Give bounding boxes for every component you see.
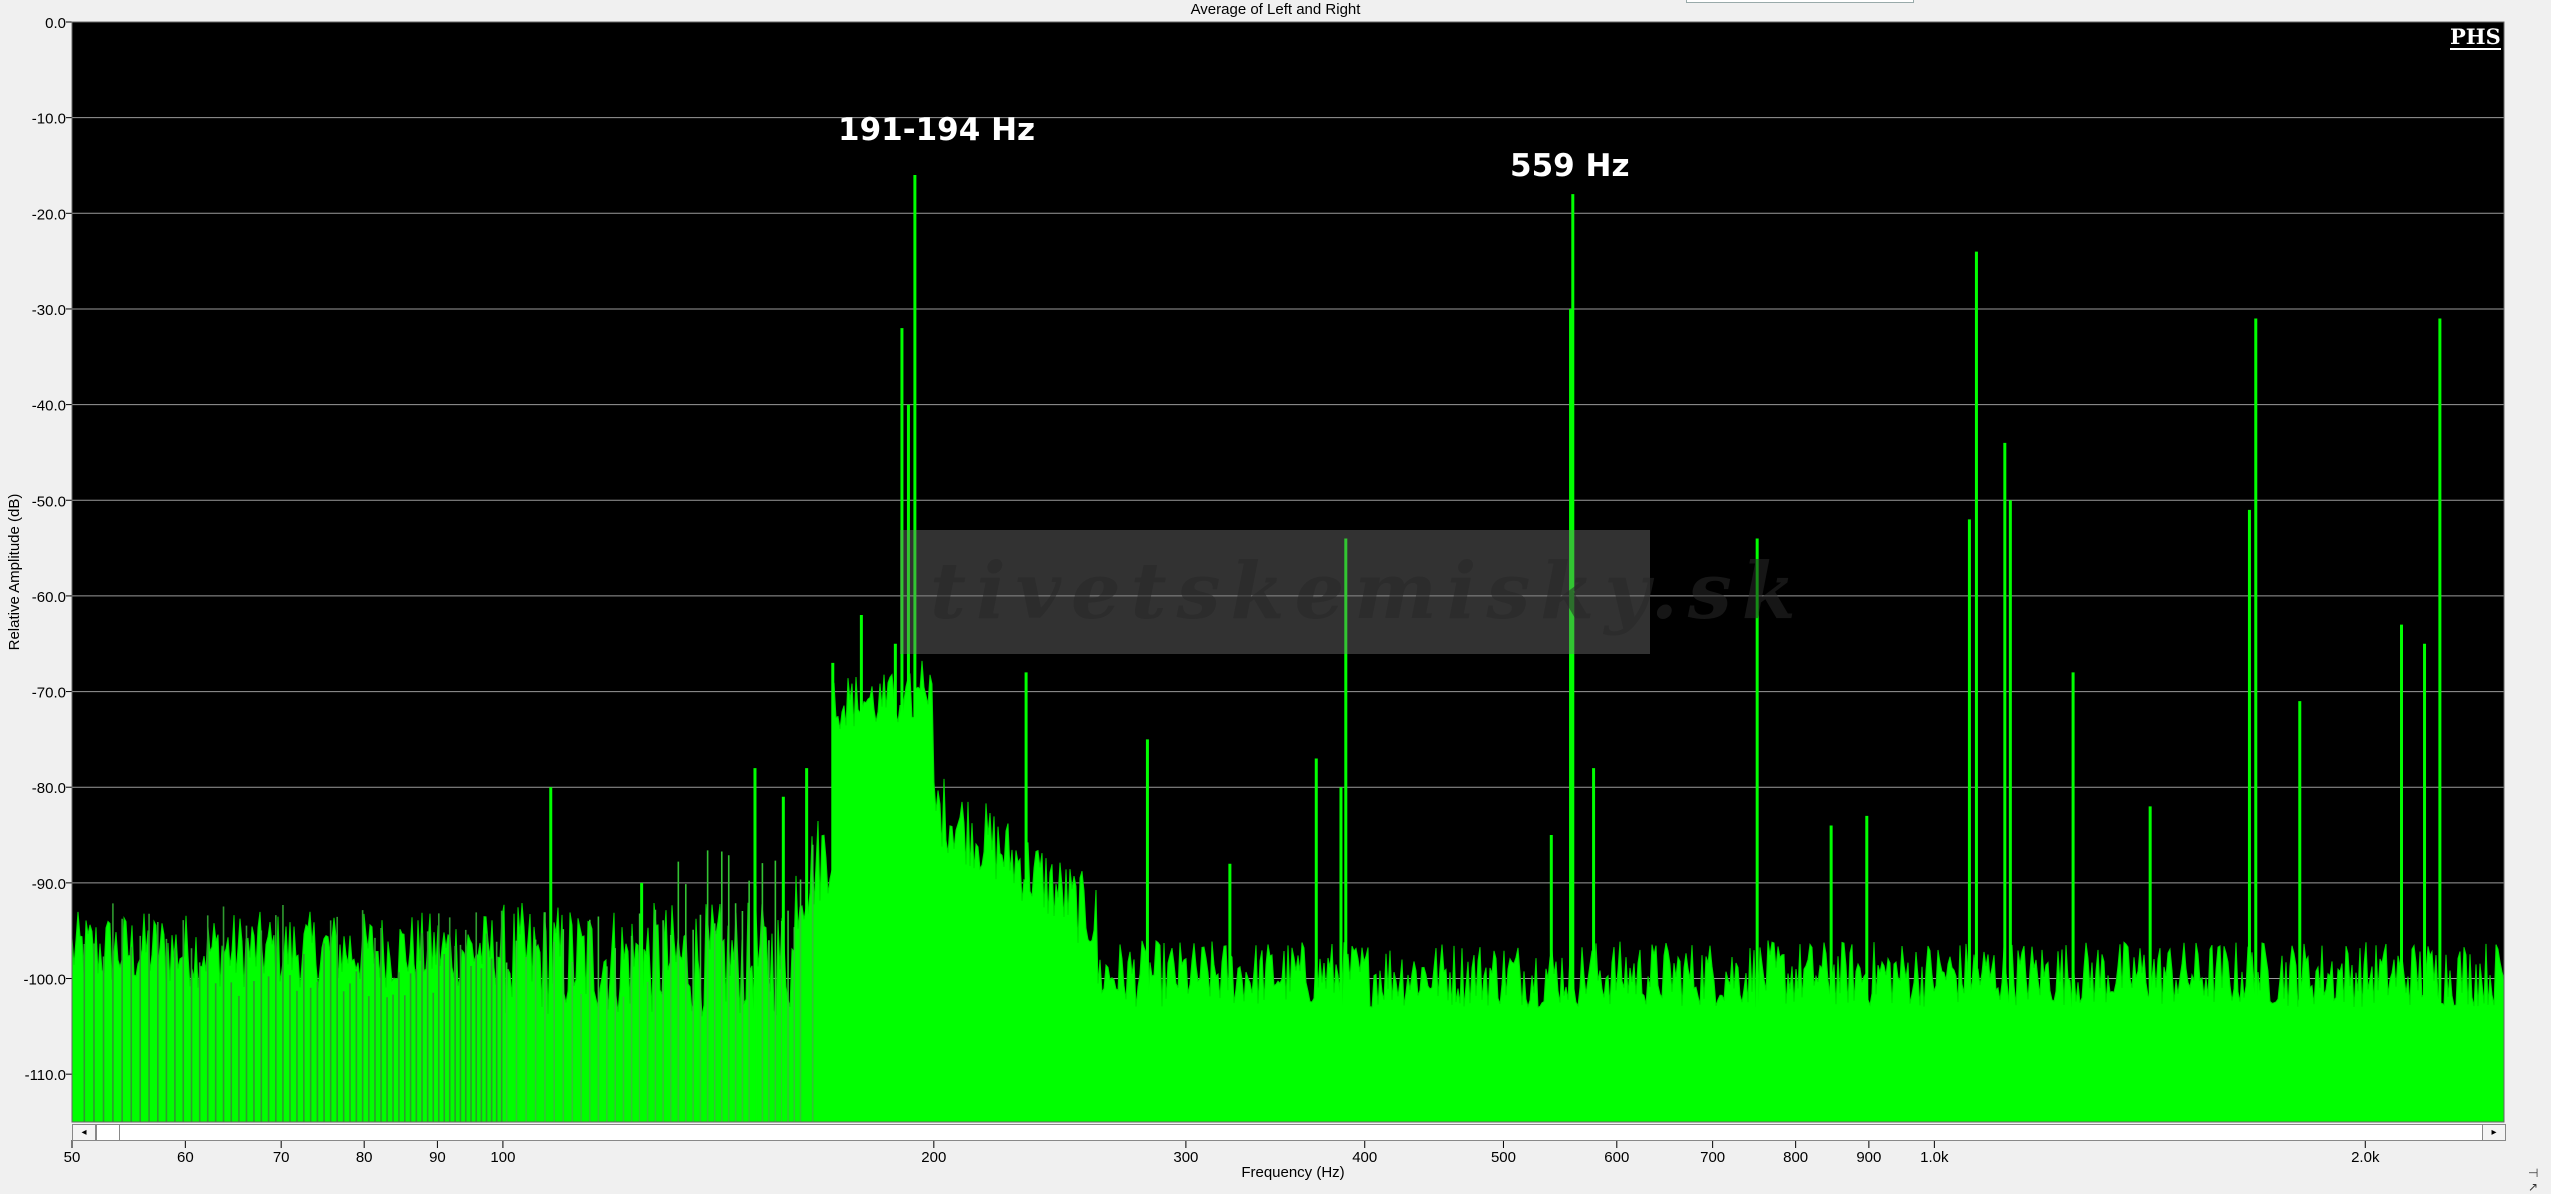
- y-tick-label: 0.0: [45, 15, 66, 32]
- x-tick-label: 400: [1352, 1149, 1377, 1166]
- y-tick-label: -50.0: [32, 493, 66, 510]
- scroll-right-arrow-icon[interactable]: ▸: [2482, 1124, 2506, 1141]
- x-tick-label: 500: [1491, 1149, 1516, 1166]
- x-tick-label: 50: [64, 1149, 81, 1166]
- x-tick-label: 90: [429, 1149, 446, 1166]
- x-tick-label: 2.0k: [2351, 1149, 2380, 1166]
- x-tick-label: 100: [490, 1149, 515, 1166]
- y-tick-label: -20.0: [32, 206, 66, 223]
- y-tick-label: -100.0: [23, 972, 66, 989]
- phs-logo: PHS: [2450, 24, 2501, 50]
- y-tick-label: -40.0: [32, 398, 66, 415]
- y-tick-label: -30.0: [32, 302, 66, 319]
- y-tick-label: -90.0: [32, 876, 66, 893]
- x-tick-label: 70: [273, 1149, 290, 1166]
- y-tick-label: -110.0: [25, 1067, 66, 1084]
- peak-annotation-191-194: 191-194 Hz: [838, 112, 1036, 148]
- peak-annotation-559: 559 Hz: [1510, 148, 1630, 184]
- x-tick-label: 300: [1173, 1149, 1198, 1166]
- x-tick-label: 700: [1700, 1149, 1725, 1166]
- resize-grip-icon[interactable]: ⊣ ↗: [2528, 1166, 2551, 1194]
- watermark-text: tivetskemisky.sk: [930, 546, 1806, 637]
- x-tick-label: 80: [356, 1149, 373, 1166]
- y-axis-label: Relative Amplitude (dB): [6, 494, 23, 651]
- x-tick-label: 1.0k: [1920, 1149, 1949, 1166]
- y-tick-label: -10.0: [32, 111, 66, 128]
- x-tick-label: 600: [1604, 1149, 1629, 1166]
- y-tick-label: -70.0: [32, 685, 66, 702]
- x-tick-label: 900: [1856, 1149, 1881, 1166]
- x-tick-label: 800: [1783, 1149, 1808, 1166]
- x-tick-label: 60: [177, 1149, 194, 1166]
- horizontal-scrollbar[interactable]: [72, 1124, 2506, 1141]
- x-tick-label: 200: [921, 1149, 946, 1166]
- y-tick-label: -60.0: [32, 589, 66, 606]
- x-axis-label: Frequency (Hz): [1241, 1164, 1344, 1181]
- scroll-left-arrow-icon[interactable]: ◂: [72, 1124, 96, 1141]
- y-tick-label: -80.0: [32, 780, 66, 797]
- scroll-thumb[interactable]: [96, 1124, 120, 1141]
